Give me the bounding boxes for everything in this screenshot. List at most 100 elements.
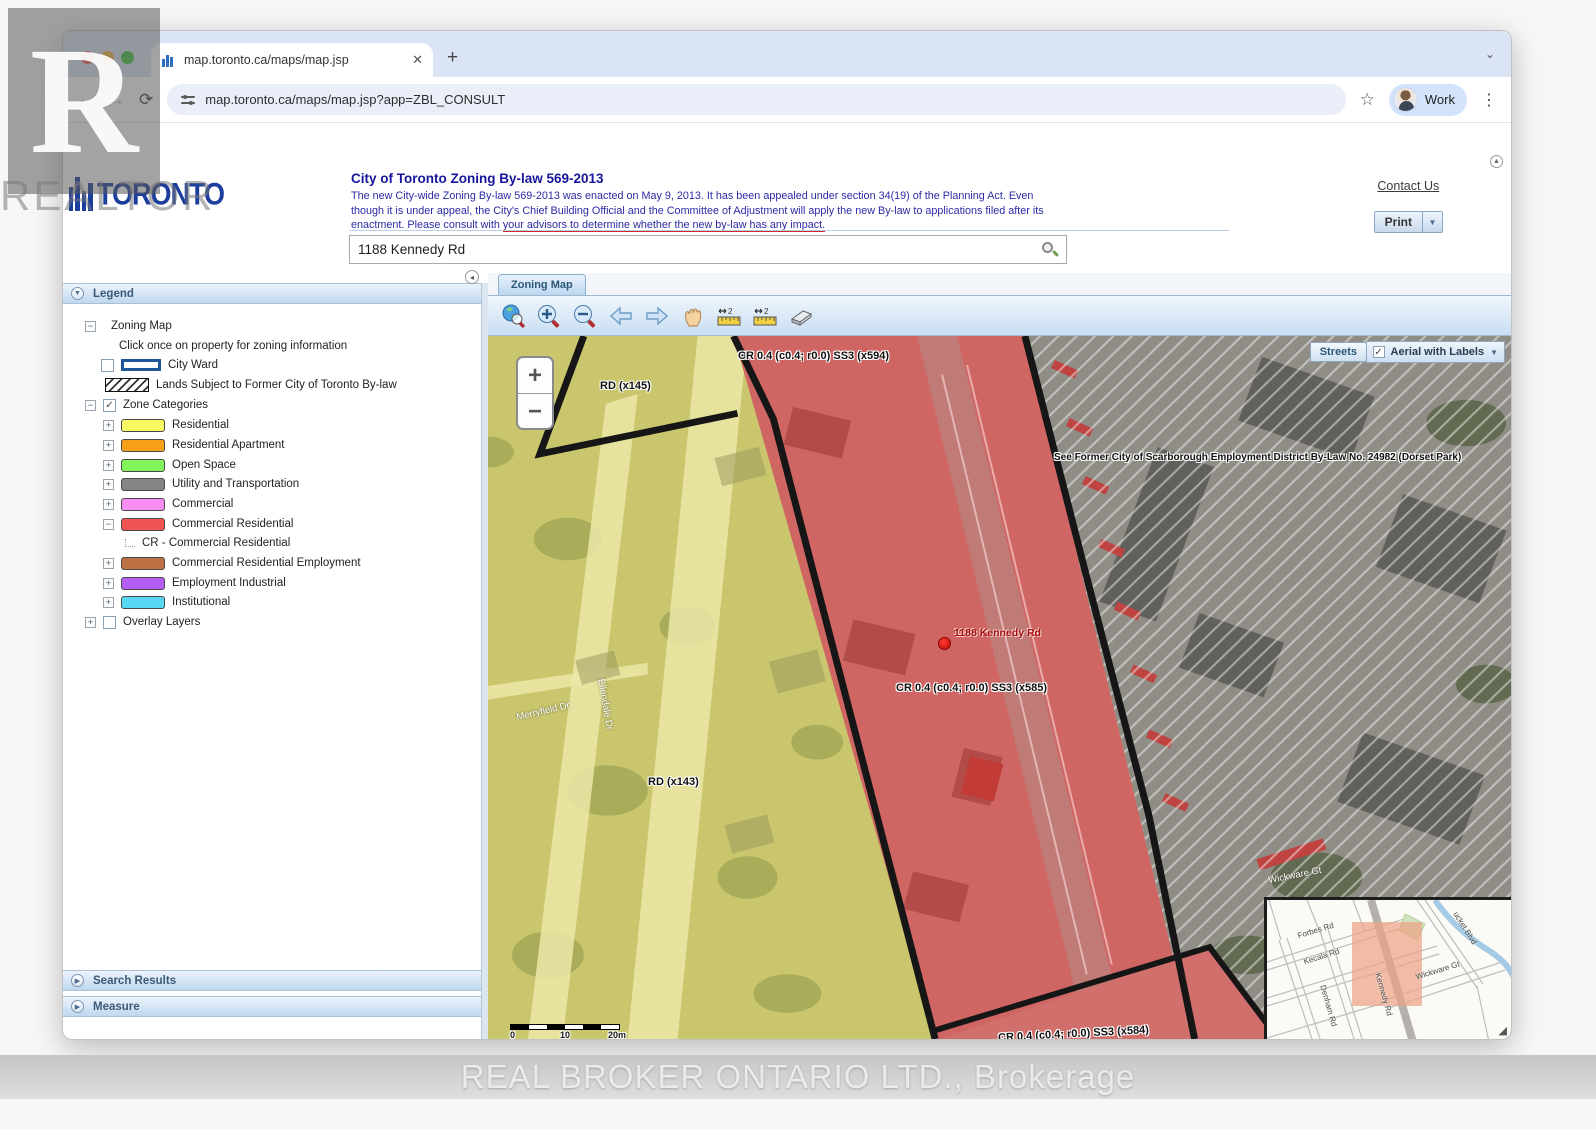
tab-search-chevron-icon[interactable]: ⌄	[1485, 47, 1495, 61]
bylaw-paragraph: The new City-wide Zoning By-law 569-2013…	[351, 189, 1069, 233]
measure-panel-header[interactable]: ▶ Measure	[63, 996, 481, 1017]
map-zoom-control: + −	[516, 356, 554, 430]
realtor-r: R	[30, 13, 138, 188]
collapse-sidebar-icon[interactable]: ◂	[465, 270, 479, 284]
expander-icon[interactable]: −	[85, 321, 96, 332]
zone-swatch	[121, 478, 165, 491]
tab-zoning-map[interactable]: Zoning Map	[498, 274, 586, 295]
search-results-expand-icon[interactable]: ▶	[71, 974, 84, 987]
tree-node-lands: Lands Subject to Former City of Toronto …	[105, 376, 397, 394]
expander-icon[interactable]: +	[103, 460, 114, 471]
zoom-out-icon[interactable]	[570, 301, 600, 331]
url-bar[interactable]: map.toronto.ca/maps/map.jsp?app=ZBL_CONS…	[167, 84, 1345, 115]
measure-distance-icon[interactable]: 2	[714, 301, 744, 331]
zone-row-institutional[interactable]: + Institutional	[103, 593, 230, 611]
expander-icon[interactable]: +	[103, 440, 114, 451]
browser-toolbar: ← → ⟳ map.toronto.ca/maps/map.jsp?app=ZB…	[63, 77, 1511, 123]
svg-text:2: 2	[728, 307, 733, 316]
tree-label: Lands Subject to Former City of Toronto …	[156, 379, 397, 391]
aerial-checkbox[interactable]: ✓	[1373, 346, 1385, 358]
previous-extent-icon[interactable]	[606, 301, 636, 331]
zone-row-cre[interactable]: + Commercial Residential Employment	[103, 554, 361, 572]
browser-menu-icon[interactable]: ⋮	[1481, 90, 1497, 110]
collapse-header-icon[interactable]: ▲	[1490, 155, 1503, 168]
expander-icon[interactable]: +	[103, 558, 114, 569]
subject-property-marker[interactable]	[938, 637, 951, 650]
next-extent-icon[interactable]	[642, 301, 672, 331]
zone-row-residential[interactable]: + Residential	[103, 416, 229, 434]
page-content: TORONTO City of Toronto Zoning By-law 56…	[63, 123, 1511, 1039]
search-results-title: Search Results	[93, 975, 176, 987]
sidebar-filler	[63, 1017, 481, 1039]
expander-icon[interactable]: +	[103, 420, 114, 431]
expander-icon[interactable]: +	[85, 617, 96, 628]
header-actions: Contact Us Print ▼	[1374, 177, 1443, 233]
tree-node-zone-categories[interactable]: − ✓ Zone Categories	[85, 396, 208, 414]
search-icon[interactable]	[1042, 242, 1058, 258]
zone-row-utility[interactable]: + Utility and Transportation	[103, 475, 299, 493]
overlay-layers-checkbox[interactable]	[103, 616, 116, 629]
subject-property-label: 1188 Kennedy Rd	[954, 627, 1041, 639]
zone-swatch	[121, 498, 165, 511]
brokerage-watermark-bar: REAL BROKER ONTARIO LTD., Brokerage	[0, 1055, 1596, 1099]
contact-us-link[interactable]: Contact Us	[1377, 179, 1439, 193]
expander-icon[interactable]: +	[103, 578, 114, 589]
expander-icon[interactable]: +	[103, 499, 114, 510]
expander-icon[interactable]: −	[85, 400, 96, 411]
aerial-basemap-control[interactable]: ✓ Aerial with Labels ▼	[1366, 341, 1505, 363]
zone-label: Employment Industrial	[172, 577, 286, 589]
site-settings-icon[interactable]	[181, 94, 195, 106]
map-zoom-in-button[interactable]: +	[518, 358, 552, 393]
zone-label-x585: CR 0.4 (c0.4; r0.0) SS3 (x585)	[896, 682, 1047, 694]
search-results-panel-header[interactable]: ▶ Search Results	[63, 970, 481, 991]
legend-collapse-icon[interactable]: ▼	[71, 287, 84, 300]
profile-button[interactable]: Work	[1389, 84, 1467, 116]
zone-label: Commercial Residential	[172, 518, 293, 530]
pan-hand-icon[interactable]	[678, 301, 708, 331]
brokerage-watermark-text: REAL BROKER ONTARIO LTD., Brokerage	[461, 1058, 1135, 1096]
tab-close-icon[interactable]: ✕	[412, 52, 423, 68]
expander-icon[interactable]: +	[103, 479, 114, 490]
tree-node-city-ward[interactable]: City Ward	[101, 356, 218, 374]
legend-panel-header[interactable]: ▼ Legend	[63, 283, 481, 304]
zone-row-residential-apartment[interactable]: + Residential Apartment	[103, 436, 285, 454]
expander-icon[interactable]: +	[103, 597, 114, 608]
tree-label: Zone Categories	[123, 399, 208, 411]
bookmark-star-icon[interactable]: ☆	[1360, 90, 1375, 110]
zoom-in-icon[interactable]	[534, 301, 564, 331]
legend-title: Legend	[93, 288, 134, 300]
inset-street-map	[1267, 900, 1511, 1039]
zoom-extent-icon[interactable]	[498, 301, 528, 331]
scale-bar: 0 10 20m	[510, 1024, 628, 1039]
inset-resize-icon[interactable]: ◢	[1499, 1024, 1507, 1037]
scarborough-note: See Former City of Scarborough Employmen…	[1054, 452, 1461, 463]
zone-row-commercial-residential[interactable]: − Commercial Residential	[103, 515, 293, 533]
measure-area-icon[interactable]: 2	[750, 301, 780, 331]
new-tab-button[interactable]: +	[447, 47, 458, 69]
zone-row-commercial[interactable]: + Commercial	[103, 495, 233, 513]
zone-categories-checkbox[interactable]: ✓	[103, 399, 116, 412]
zone-row-cr-child[interactable]: CR - Commercial Residential	[125, 534, 290, 552]
measure-title: Measure	[93, 1001, 140, 1013]
zone-label: Open Space	[172, 459, 236, 471]
tree-node-zoning-map[interactable]: − Zoning Map	[85, 317, 172, 335]
zone-row-employment-industrial[interactable]: + Employment Industrial	[103, 574, 286, 592]
expander-icon[interactable]: −	[103, 519, 114, 530]
streets-basemap-button[interactable]: Streets	[1310, 342, 1367, 362]
address-search-input[interactable]: 1188 Kennedy Rd	[349, 235, 1067, 264]
measure-expand-icon[interactable]: ▶	[71, 1000, 84, 1013]
city-ward-checkbox[interactable]	[101, 359, 114, 372]
browser-tab[interactable]: map.toronto.ca/maps/map.jsp ✕	[151, 43, 433, 77]
map-toolbar: 2 2	[488, 296, 1511, 336]
print-dropdown-button[interactable]: ▼	[1423, 211, 1443, 233]
browser-tab-strip: map.toronto.ca/maps/map.jsp ✕ + ⌄	[63, 31, 1511, 77]
map-canvas[interactable]: CR 0.4 (c0.4; r0.0) SS3 (x594) RD (x145)…	[488, 336, 1511, 1039]
tree-leaf-icon	[125, 539, 135, 547]
overview-inset-map[interactable]: Forbes Rd Kecala Rd Denham Rd Kennedy Rd…	[1264, 897, 1511, 1039]
map-zoom-out-button[interactable]: −	[518, 394, 552, 429]
tree-node-overlay-layers[interactable]: + Overlay Layers	[85, 613, 200, 631]
eraser-icon[interactable]	[786, 301, 816, 331]
basemap-dropdown-icon[interactable]: ▼	[1490, 348, 1498, 357]
print-button[interactable]: Print	[1374, 211, 1423, 233]
zone-row-open-space[interactable]: + Open Space	[103, 456, 236, 474]
